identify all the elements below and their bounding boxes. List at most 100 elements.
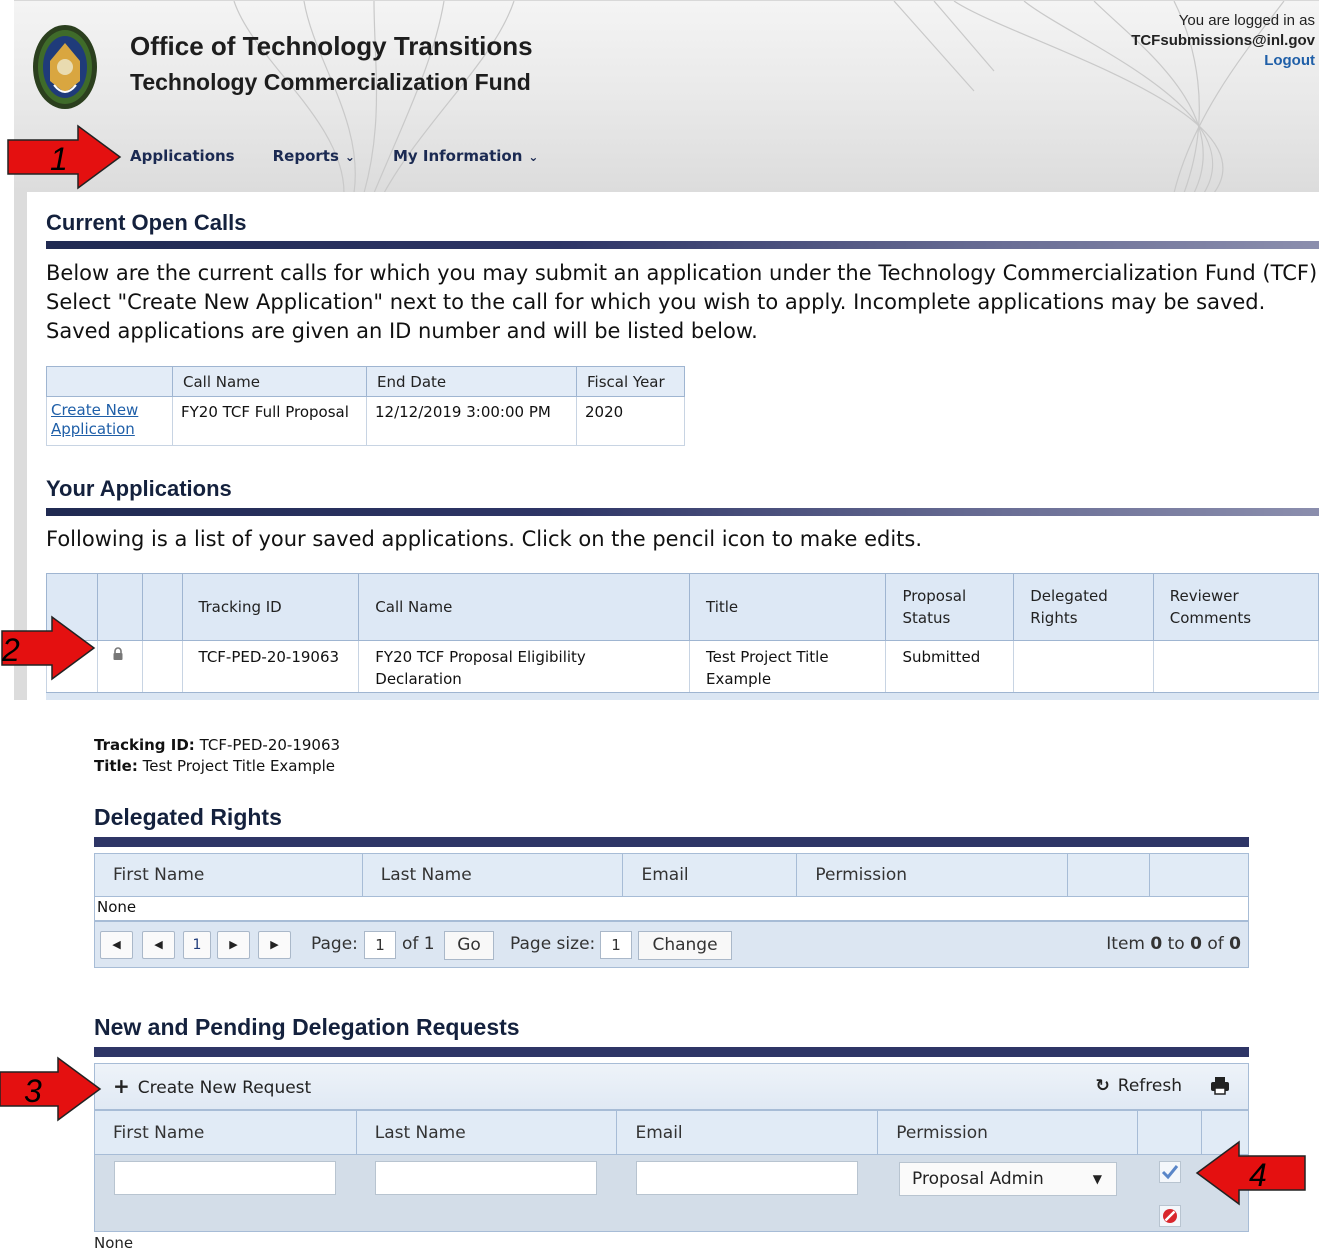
- open-calls-table: Call Name End Date Fiscal Year Create Ne…: [46, 366, 685, 446]
- chevron-down-icon: ⌄: [344, 150, 355, 164]
- table-header-row: Call Name End Date Fiscal Year: [46, 366, 685, 397]
- column-header: [46, 366, 173, 397]
- column-header: [141, 573, 183, 641]
- permission-select[interactable]: Proposal Admin ▼: [899, 1162, 1117, 1196]
- tracking-id-cell: TCF-PED-20-19063: [181, 640, 360, 696]
- site-subtitle: Technology Commercialization Fund: [130, 69, 531, 95]
- first-page-icon: ◀: [112, 938, 121, 951]
- nav-reports[interactable]: Reports ⌄: [273, 147, 355, 165]
- applications-pager: [46, 692, 1319, 700]
- item-to: 0: [1190, 934, 1202, 954]
- table-row: Create New Application FY20 TCF Full Pro…: [46, 396, 685, 446]
- page-number-button[interactable]: 1: [183, 931, 211, 959]
- prev-page-button[interactable]: ◀: [142, 931, 175, 959]
- pending-toolbar: + Create New Request ↻ Refresh: [94, 1063, 1249, 1110]
- nav-my-information[interactable]: My Information ⌄: [393, 147, 539, 165]
- next-page-icon: ▶: [229, 938, 238, 951]
- new-request-edit-row: Proposal Admin ▼: [94, 1154, 1249, 1232]
- column-header: Last Name: [361, 853, 624, 897]
- page-input[interactable]: 1: [364, 931, 396, 959]
- your-applications-heading: Your Applications: [46, 476, 232, 501]
- column-header: [96, 573, 143, 641]
- application-list-screen: Office of Technology Transitions Technol…: [14, 0, 1319, 700]
- section-divider: [94, 837, 1249, 847]
- open-calls-intro: Below are the current calls for which yo…: [46, 261, 1319, 343]
- title-value: Test Project Title Example: [142, 757, 336, 775]
- tracking-id-label: Tracking ID:: [94, 736, 195, 754]
- item-count: Item 0 to 0 of 0: [1106, 934, 1241, 954]
- tracking-id-value: TCF-PED-20-19063: [199, 736, 341, 754]
- annotation-number: 4: [1249, 1157, 1267, 1193]
- column-header: End Date: [366, 366, 577, 397]
- lock-icon: [113, 647, 123, 660]
- delegated-rights-table: First Name Last Name Email Permission: [94, 853, 1249, 897]
- fiscal-year-cell: 2020: [576, 396, 685, 446]
- column-header: Permission: [877, 1110, 1138, 1155]
- email-input[interactable]: [636, 1161, 858, 1195]
- table-header-row: Tracking ID Call Name Title Proposal Sta…: [46, 573, 1319, 641]
- annotation-arrow-4: 4: [1195, 1140, 1306, 1206]
- your-applications-intro: Following is a list of your saved applic…: [46, 527, 923, 551]
- last-name-input[interactable]: [375, 1161, 597, 1195]
- pending-requests-heading: New and Pending Delegation Requests: [94, 1014, 520, 1040]
- item-to-label: to: [1167, 934, 1185, 954]
- create-new-request-button[interactable]: + Create New Request: [113, 1074, 311, 1098]
- annotation-number: 3: [24, 1073, 42, 1109]
- print-icon[interactable]: [1210, 1076, 1230, 1096]
- section-divider: [94, 1047, 1249, 1057]
- column-header: Last Name: [355, 1110, 618, 1155]
- annotation-arrow-1: 1: [7, 124, 122, 190]
- permission-selected-value: Proposal Admin: [912, 1169, 1044, 1189]
- save-request-button[interactable]: [1159, 1161, 1181, 1183]
- open-calls-heading: Current Open Calls: [46, 210, 247, 235]
- create-new-application-link[interactable]: Create New Application: [51, 401, 138, 438]
- nav-applications[interactable]: Applications: [130, 147, 235, 165]
- title-line: Title: Test Project Title Example: [94, 757, 335, 775]
- column-header: Tracking ID: [181, 573, 360, 641]
- last-page-icon: ▶: [270, 938, 279, 951]
- table-header-row: First Name Last Name Email Permission: [94, 853, 1249, 897]
- annotation-arrow-2: 2: [1, 615, 96, 681]
- last-page-button[interactable]: ▶: [258, 931, 291, 959]
- cancel-request-button[interactable]: [1159, 1205, 1181, 1227]
- nav-reports-label: Reports: [272, 147, 339, 165]
- section-divider: [46, 241, 1319, 249]
- logout-link[interactable]: Logout: [1264, 52, 1315, 69]
- applications-table: Tracking ID Call Name Title Proposal Sta…: [46, 573, 1319, 696]
- tracking-id-line: Tracking ID: TCF-PED-20-19063: [94, 736, 340, 754]
- next-page-button[interactable]: ▶: [217, 931, 250, 959]
- delegated-rights-cell: [1013, 640, 1154, 696]
- item-from: 0: [1150, 934, 1163, 954]
- column-header: [1067, 853, 1151, 897]
- first-name-input[interactable]: [114, 1161, 336, 1195]
- column-header: Permission: [796, 853, 1069, 897]
- page-size-input[interactable]: 1: [600, 931, 632, 959]
- site-header: Office of Technology Transitions Technol…: [14, 0, 1319, 193]
- create-new-request-label: Create New Request: [137, 1078, 312, 1098]
- delegated-rights-empty: None: [94, 896, 1249, 921]
- annotation-arrow-3: 3: [0, 1056, 102, 1122]
- go-button[interactable]: Go: [444, 931, 494, 960]
- end-date-cell: 12/12/2019 3:00:00 PM: [366, 396, 577, 446]
- title-label: Title:: [94, 757, 138, 775]
- column-header: [1137, 1110, 1202, 1155]
- pending-requests-table: First Name Last Name Email Permission: [94, 1110, 1250, 1155]
- change-button[interactable]: Change: [638, 931, 732, 960]
- plus-icon: +: [113, 1074, 130, 1098]
- column-header: Reviewer Comments: [1152, 573, 1319, 641]
- refresh-button[interactable]: ↻ Refresh: [1096, 1076, 1182, 1096]
- prev-page-icon: ◀: [154, 938, 163, 951]
- call-name-cell: FY20 TCF Full Proposal: [172, 396, 367, 446]
- column-header: Title: [688, 573, 887, 641]
- column-header: Call Name: [358, 573, 690, 641]
- page-label: Page:: [311, 934, 358, 954]
- table-row: TCF-PED-20-19063 FY20 TCF Proposal Eligi…: [46, 640, 1319, 696]
- column-header: Fiscal Year: [576, 366, 685, 397]
- delegation-screen: Tracking ID: TCF-PED-20-19063 Title: Tes…: [0, 700, 1319, 1252]
- lock-cell: [96, 640, 143, 696]
- table-header-row: First Name Last Name Email Permission: [94, 1110, 1250, 1155]
- login-email: TCFsubmissions@inl.gov: [1131, 32, 1315, 49]
- first-page-button[interactable]: ◀: [100, 931, 133, 959]
- annotation-number: 2: [1, 632, 20, 668]
- main-content: Current Open Calls Below are the current…: [14, 192, 1319, 700]
